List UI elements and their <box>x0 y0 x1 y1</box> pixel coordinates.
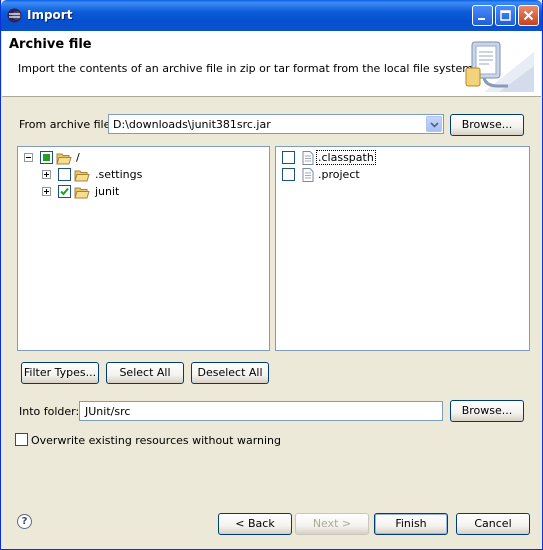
into-folder-value: JUnit/src <box>85 405 131 418</box>
file-list[interactable]: .classpath .project <box>275 146 530 351</box>
minimize-icon <box>478 18 485 20</box>
cancel-button[interactable]: Cancel <box>456 513 530 535</box>
maximize-icon <box>500 10 511 21</box>
overwrite-checkbox[interactable] <box>15 433 28 446</box>
filter-types-button[interactable]: Filter Types... <box>21 362 99 384</box>
wizard-banner: Archive file Import the contents of an a… <box>2 31 541 97</box>
tree-item-root[interactable]: / <box>18 150 268 166</box>
archive-file-combo[interactable]: D:\downloads\junit381src.jar <box>108 114 444 134</box>
import-wizard-icon <box>465 41 534 92</box>
close-icon <box>523 10 534 21</box>
folder-open-icon <box>74 187 90 199</box>
folder-open-icon <box>56 153 72 165</box>
folder-open-icon <box>74 170 90 182</box>
page-description: Import the contents of an archive file i… <box>18 62 477 75</box>
tree-item-junit[interactable]: junit <box>18 184 268 200</box>
finish-button[interactable]: Finish <box>374 513 448 535</box>
into-folder-label: Into folder: <box>19 405 80 418</box>
into-folder-browse-button[interactable]: Browse... <box>450 400 524 422</box>
deselect-all-button[interactable]: Deselect All <box>191 362 269 384</box>
expand-icon[interactable] <box>42 170 51 179</box>
root-checkbox[interactable] <box>40 151 53 164</box>
tree-item-label: .settings <box>95 168 143 181</box>
file-item-label: .project <box>318 168 360 181</box>
file-item-label: .classpath <box>316 150 376 165</box>
folder-tree[interactable]: / .settings junit <box>17 146 270 351</box>
overwrite-label[interactable]: Overwrite existing resources without war… <box>31 434 281 447</box>
file-item-project[interactable]: .project <box>276 167 526 183</box>
archive-file-label: From archive file: <box>19 118 115 131</box>
tree-item-label: junit <box>95 185 120 198</box>
title-bar[interactable]: Import <box>1 0 542 31</box>
select-all-button[interactable]: Select All <box>106 362 184 384</box>
next-button[interactable]: Next > <box>295 513 369 535</box>
expand-icon[interactable] <box>42 187 51 196</box>
window-title: Import <box>27 8 73 22</box>
page-title: Archive file <box>9 37 92 52</box>
import-dialog: Import Archive file Import the contents … <box>0 0 543 550</box>
chevron-down-icon <box>430 122 439 128</box>
project-checkbox[interactable] <box>282 168 295 181</box>
file-item-classpath[interactable]: .classpath <box>276 150 526 166</box>
archive-browse-button[interactable]: Browse... <box>450 114 524 136</box>
minimize-button[interactable] <box>472 5 493 26</box>
checkmark-icon <box>60 187 69 196</box>
tree-item-settings[interactable]: .settings <box>18 167 268 183</box>
settings-checkbox[interactable] <box>58 168 71 181</box>
close-button[interactable] <box>518 5 539 26</box>
back-button[interactable]: < Back <box>218 513 292 535</box>
junit-checkbox[interactable] <box>58 185 71 198</box>
archive-file-value: D:\downloads\junit381src.jar <box>113 118 271 131</box>
eclipse-icon <box>7 8 22 23</box>
into-folder-field[interactable]: JUnit/src <box>79 401 443 421</box>
collapse-icon[interactable] <box>24 153 33 162</box>
file-icon <box>302 151 314 165</box>
file-icon <box>302 168 314 182</box>
tree-item-label: / <box>76 151 80 164</box>
classpath-checkbox[interactable] <box>282 151 295 164</box>
help-icon[interactable]: ? <box>17 514 32 529</box>
maximize-button[interactable] <box>495 5 516 26</box>
combo-dropdown-button[interactable] <box>426 116 442 132</box>
